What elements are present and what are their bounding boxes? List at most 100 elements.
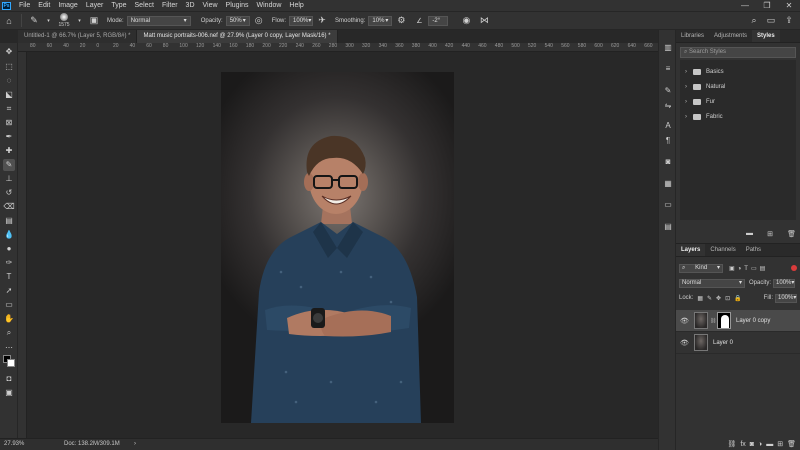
filter-toggle-icon[interactable] [791,265,797,271]
navigator-panel-icon[interactable]: ▭ [662,199,674,211]
style-group-fabric[interactable]: › Fabric [680,109,796,124]
brush-settings-panel-icon[interactable]: ⇋ [662,100,674,112]
screen-mode-icon[interactable]: ▣ [3,387,15,399]
move-tool-icon[interactable]: ✥ [3,46,15,58]
link-layers-icon[interactable]: ⛓ [727,440,736,448]
minimize-button[interactable]: — [734,0,756,11]
pressure-opacity-icon[interactable]: ◎ [253,15,265,27]
new-group-folder-icon[interactable]: ▬ [766,441,773,448]
tab-adjustments[interactable]: Adjustments [709,30,752,42]
shape-tool-icon[interactable]: ▭ [3,299,15,311]
brush-tool-icon[interactable]: ✎ [28,15,40,27]
eraser-tool-icon[interactable]: ⌫ [3,201,15,213]
tab-styles[interactable]: Styles [752,30,780,42]
new-layer-icon[interactable]: ⊞ [777,440,783,448]
brush-tool-icon[interactable]: ✎ [3,159,15,171]
swatches-panel-icon[interactable]: ▦ [662,178,674,190]
menu-window[interactable]: Window [253,2,286,9]
tab-untitled-1[interactable]: Untitled-1 @ 66.7% (Layer 5, RGB/8#) * [18,30,138,43]
zoom-tool-icon[interactable]: ⌕ [3,327,15,339]
background-color-swatch[interactable] [7,359,15,367]
brush-preset-picker[interactable]: 1575 [56,12,72,29]
tool-preset-chevron-icon[interactable]: ▾ [46,15,51,27]
info-panel-icon[interactable]: ▤ [662,221,674,233]
opacity-input[interactable]: 50% ▾ [225,15,250,26]
new-group-folder-icon[interactable]: ▬ [746,230,753,240]
menu-plugins[interactable]: Plugins [222,2,253,9]
frame-tool-icon[interactable]: ⊠ [3,117,15,129]
brush-settings-panel-icon[interactable]: ▣ [88,15,100,27]
brush-angle-input[interactable]: -2° [428,15,449,26]
properties-panel-icon[interactable]: ≡ [662,63,674,75]
menu-layer[interactable]: Layer [82,2,108,9]
blur-tool-icon[interactable]: 💧 [3,229,15,241]
character-panel-icon[interactable]: A [662,120,674,132]
edit-toolbar-icon[interactable]: ⋯ [3,342,15,354]
blend-mode-select[interactable]: Normal ▾ [679,278,745,288]
marquee-tool-icon[interactable]: ⬚ [3,61,15,73]
layer-fill-input[interactable]: 100% ▾ [775,293,797,303]
menu-filter[interactable]: Filter [158,2,182,9]
portrait-photo[interactable] [221,72,454,423]
healing-brush-tool-icon[interactable]: ✚ [3,145,15,157]
close-window-button[interactable]: ✕ [778,0,800,11]
lasso-tool-icon[interactable]: ◌ [3,75,15,87]
tab-channels[interactable]: Channels [705,244,740,256]
fx-icon[interactable]: fx [740,441,745,448]
search-icon[interactable]: ⌕ [748,15,760,27]
dodge-tool-icon[interactable]: ● [3,243,15,255]
menu-help[interactable]: Help [285,2,307,9]
restore-button[interactable]: ❐ [756,0,778,11]
clone-stamp-tool-icon[interactable]: ⊥ [3,173,15,185]
search-styles-input[interactable]: ⌕ Search Styles [680,47,796,58]
menu-view[interactable]: View [199,2,222,9]
menu-type[interactable]: Type [107,2,130,9]
pressure-size-icon[interactable]: ◉ [460,15,472,27]
pen-tool-icon[interactable]: ✑ [3,257,15,269]
new-style-icon[interactable]: ⊞ [767,230,773,240]
brush-picker-chevron-icon[interactable]: ▾ [77,15,82,27]
symmetry-butterfly-icon[interactable]: ⋈ [478,15,490,27]
tab-paths[interactable]: Paths [741,244,766,256]
tab-layers[interactable]: Layers [676,244,706,256]
object-select-tool-icon[interactable]: ⬕ [3,89,15,101]
layer-opacity-input[interactable]: 100% ▾ [773,278,796,288]
mask-link-icon[interactable]: ⛓ [710,318,716,324]
menu-select[interactable]: Select [131,2,158,9]
history-brush-tool-icon[interactable]: ↺ [3,187,15,199]
lock-options-icons[interactable]: ▦✎✥⊡🔒 [697,295,745,302]
tab-matt-music-portraits[interactable]: Matt music portraits-006.nef @ 27.9% (La… [137,30,338,43]
style-group-natural[interactable]: › Natural [680,79,796,94]
adjustment-layer-icon[interactable]: ◑ [758,441,762,448]
path-selection-tool-icon[interactable]: ➚ [3,285,15,297]
home-icon[interactable]: ⌂ [3,15,15,27]
brush-panel-icon[interactable]: ✎ [662,85,674,97]
delete-layer-trash-icon[interactable]: 🗑 [787,440,796,448]
eyedropper-tool-icon[interactable]: ✒ [3,131,15,143]
smoothing-input[interactable]: 10% ▾ [368,15,393,26]
paragraph-panel-icon[interactable]: ¶ [662,135,674,147]
type-tool-icon[interactable]: T [3,271,15,283]
menu-edit[interactable]: Edit [34,2,54,9]
status-chevron-icon[interactable]: › [134,439,136,450]
visibility-eye-icon[interactable]: 👁 [680,317,690,325]
visibility-eye-icon[interactable]: 👁 [680,339,690,347]
quick-mask-icon[interactable]: ◘ [3,373,15,385]
crop-tool-icon[interactable]: ⌗ [3,103,15,115]
flow-input[interactable]: 100% ▾ [289,15,314,26]
gradient-tool-icon[interactable]: ▤ [3,215,15,227]
add-mask-icon[interactable]: ◙ [750,441,754,448]
layer-row-layer-0[interactable]: 👁 Layer 0 [676,332,800,354]
menu-3d[interactable]: 3D [182,2,199,9]
history-panel-icon[interactable]: ▥ [662,42,674,54]
delete-trash-icon[interactable]: 🗑 [787,230,796,240]
hand-tool-icon[interactable]: ✋ [3,313,15,325]
kind-filter-select[interactable]: ⌕ Kind ▾ [679,263,723,273]
zoom-level[interactable]: 27.93% [4,439,24,450]
tab-libraries[interactable]: Libraries [676,30,709,42]
layer-row-layer-0-copy[interactable]: 👁 ⛓ Layer 0 copy [676,310,800,332]
layer-mask-thumbnail[interactable] [717,312,731,329]
mode-select[interactable]: Normal ▾ [126,15,191,26]
airbrush-icon[interactable]: ✈ [316,15,328,27]
camera-panel-icon[interactable]: ◙ [662,156,674,168]
